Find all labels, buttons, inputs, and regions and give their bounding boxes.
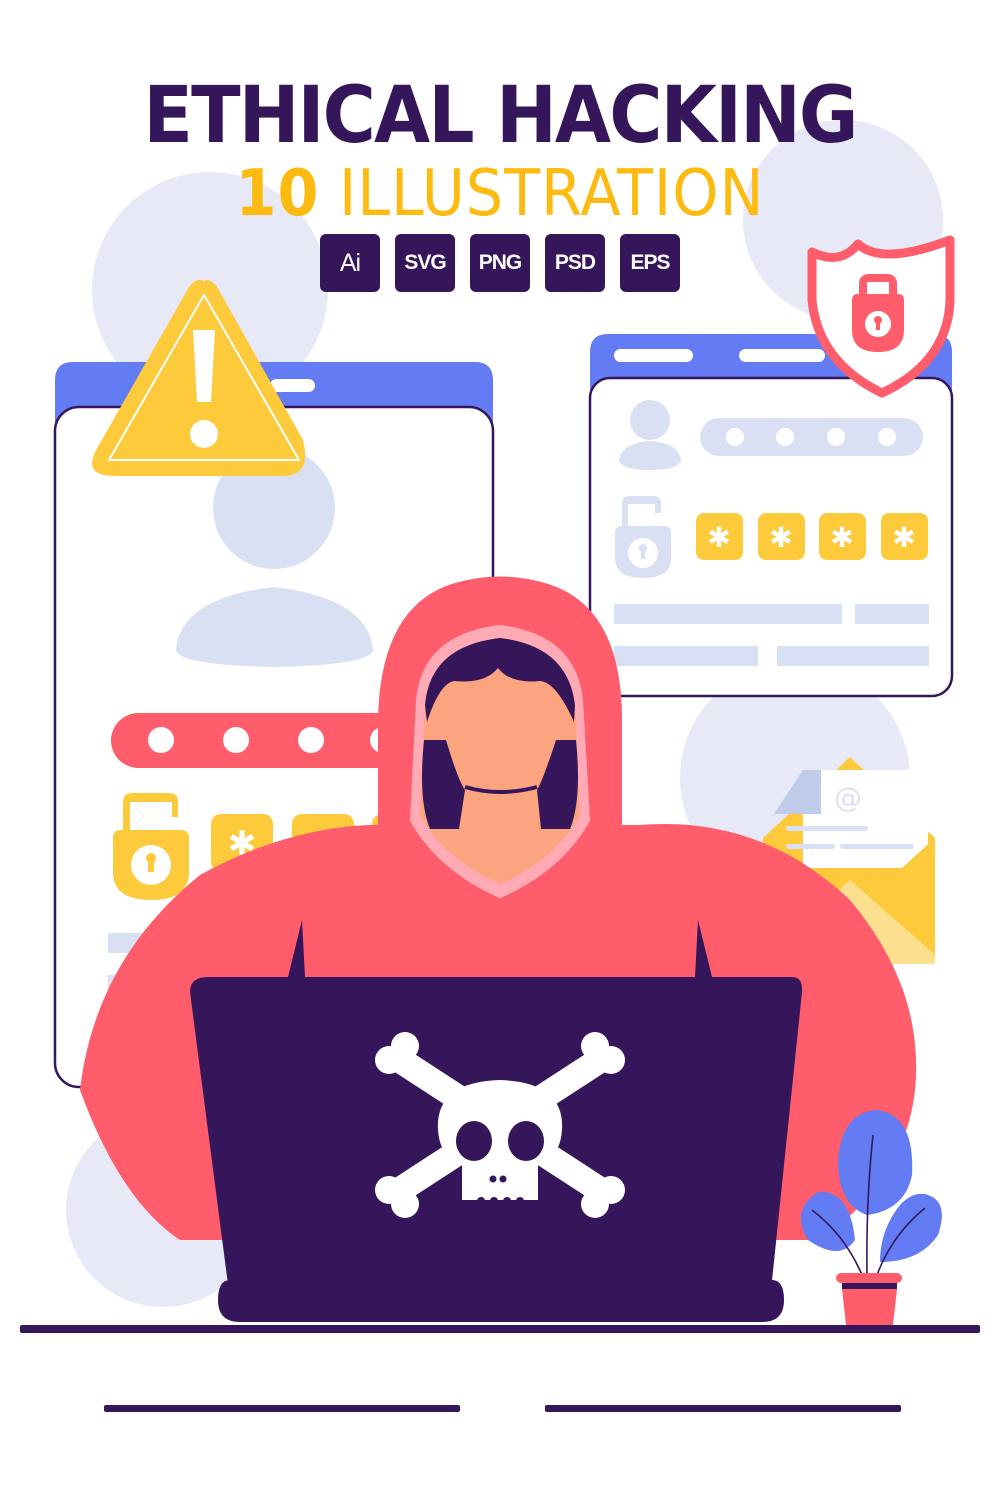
mask-dot — [726, 428, 744, 446]
format-badge-eps: EPS — [620, 234, 680, 292]
svg-text:✱: ✱ — [830, 521, 853, 554]
divider-line — [104, 1405, 460, 1412]
text-line — [614, 646, 758, 666]
format-badge-svg: SVG — [395, 234, 455, 292]
mask-dot — [827, 428, 845, 446]
svg-text:✱: ✱ — [707, 521, 730, 554]
mask-dot — [298, 727, 324, 753]
page-title: ETHICAL HACKING — [143, 71, 858, 161]
avatar-head — [630, 400, 670, 440]
format-badge-psd: PSD — [545, 234, 605, 292]
text-line — [777, 646, 929, 666]
svg-text:✱: ✱ — [892, 521, 915, 554]
desk-line — [20, 1325, 980, 1333]
tab-pill — [739, 349, 825, 362]
svg-text:✱: ✱ — [769, 521, 792, 554]
mask-dot — [878, 428, 896, 446]
page-subtitle: 10 ILLUSTRATION — [40, 158, 960, 230]
at-sign: @ — [834, 781, 862, 814]
format-badge-ai: Ai — [320, 234, 380, 292]
format-badge-png: PNG — [470, 234, 530, 292]
text-line — [614, 604, 842, 624]
text-line — [855, 604, 929, 624]
tab-pill — [614, 349, 693, 362]
format-badges: Ai SVG PNG PSD EPS — [0, 234, 1000, 292]
mask-dot — [776, 428, 794, 446]
divider-line — [545, 1405, 901, 1412]
subtitle-text: ILLUSTRATION — [338, 157, 765, 231]
mask-dot — [148, 727, 174, 753]
illustration-count: 10 — [235, 157, 320, 231]
mask-dot — [223, 727, 249, 753]
tab-pill — [270, 379, 315, 392]
